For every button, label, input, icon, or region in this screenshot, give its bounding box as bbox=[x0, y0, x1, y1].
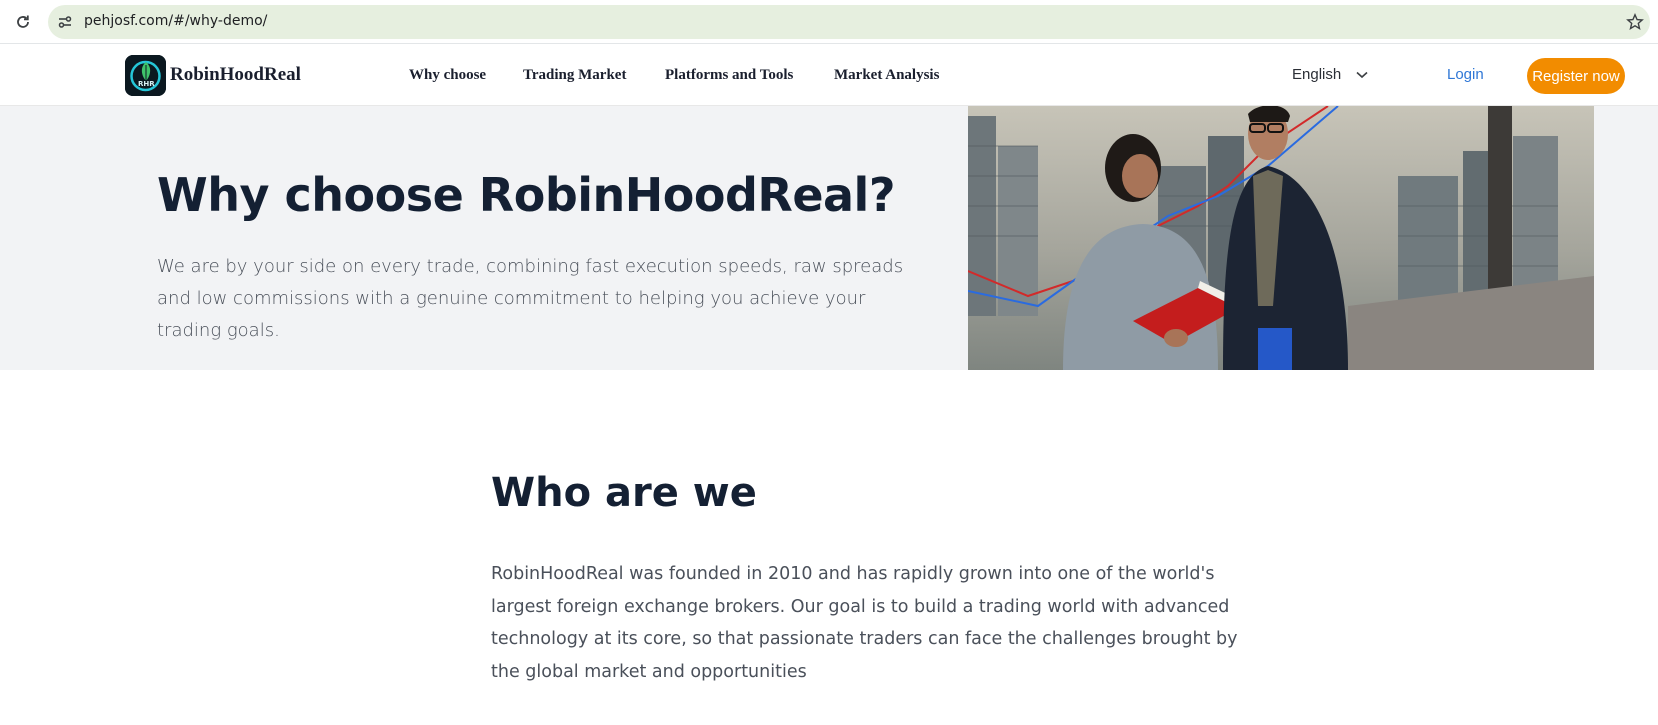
hero-image bbox=[968, 106, 1594, 370]
site-header: RHR RobinHoodReal Why choose Trading Mar… bbox=[0, 45, 1658, 106]
language-label: English bbox=[1292, 66, 1342, 83]
nav-platforms-tools[interactable]: Platforms and Tools bbox=[665, 67, 793, 84]
logo-text: RHR bbox=[138, 80, 155, 88]
hero-description: We are by your side on every trade, comb… bbox=[157, 256, 904, 341]
nav-market-analysis[interactable]: Market Analysis bbox=[834, 67, 939, 84]
language-selector[interactable]: English bbox=[1292, 66, 1369, 83]
nav-why-choose[interactable]: Why choose bbox=[409, 67, 486, 84]
hero-title: Why choose RobinHoodReal? bbox=[157, 168, 896, 222]
browser-toolbar: pehjosf.com/#/why-demo/ bbox=[0, 0, 1658, 44]
brand-name[interactable]: RobinHoodReal bbox=[170, 64, 301, 86]
address-bar[interactable]: pehjosf.com/#/why-demo/ bbox=[48, 5, 1650, 39]
hero-section: Why choose RobinHoodReal? We are by your… bbox=[0, 106, 1658, 370]
about-description: RobinHoodReal was founded in 2010 and ha… bbox=[491, 564, 1238, 682]
brand-logo[interactable]: RHR bbox=[125, 55, 166, 96]
about-title: Who are we bbox=[491, 470, 757, 516]
login-link[interactable]: Login bbox=[1447, 66, 1484, 83]
url-text[interactable]: pehjosf.com/#/why-demo/ bbox=[84, 13, 267, 29]
chevron-down-icon bbox=[1356, 71, 1368, 78]
site-info-icon[interactable] bbox=[56, 13, 74, 31]
nav-trading-market[interactable]: Trading Market bbox=[523, 67, 626, 84]
star-icon[interactable] bbox=[1624, 11, 1646, 33]
reload-icon[interactable] bbox=[12, 11, 34, 33]
register-button[interactable]: Register now bbox=[1527, 58, 1625, 94]
